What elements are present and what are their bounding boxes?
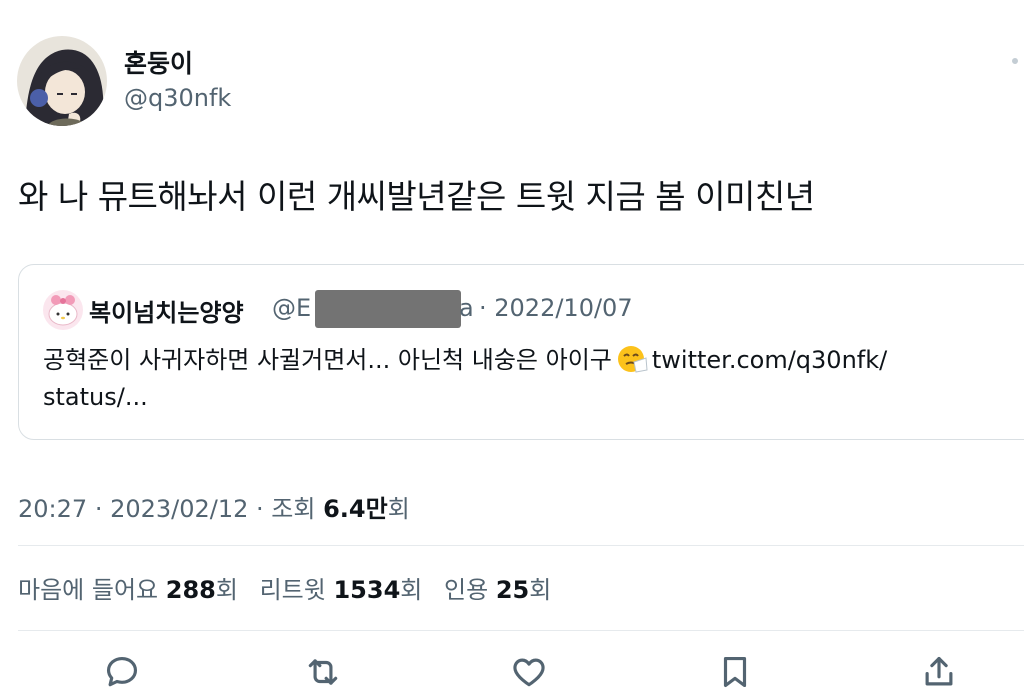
- tweet-date[interactable]: · 2023/02/12 ·: [95, 495, 264, 523]
- quoted-tweet-link[interactable]: twitter.com/q30nfk/: [652, 346, 887, 374]
- quoted-author-avatar[interactable]: [43, 290, 83, 330]
- quotes-suffix: 회: [529, 576, 552, 604]
- likes-count: 288: [165, 576, 216, 604]
- quoted-tweet-text-line1: 공혁준이 사귀자하면 사귈거면서... 아닌척 내숭은 아이구 twitter.…: [43, 340, 887, 375]
- author-avatar[interactable]: [17, 36, 107, 126]
- retweet-icon[interactable]: [304, 653, 342, 691]
- reply-icon[interactable]: [103, 653, 141, 691]
- views-suffix: 회: [387, 495, 410, 523]
- author-handle[interactable]: @q30nfk: [124, 84, 231, 112]
- redaction-block: [315, 290, 461, 328]
- retweets-stat[interactable]: 리트윗 1534회: [260, 576, 423, 604]
- engagement-stats: 마음에 들어요 288회 리트윗 1534회 인용 25회: [18, 570, 565, 605]
- divider-bottom: [18, 630, 1024, 631]
- tweet-text: 와 나 뮤트해놔서 이런 개씨발년같은 트윗 지금 봄 이미친년: [18, 177, 815, 216]
- author-display-name[interactable]: 혼둥이: [124, 44, 193, 80]
- quotes-count: 25: [495, 576, 530, 604]
- retweets-suffix: 회: [400, 576, 423, 604]
- likes-stat[interactable]: 마음에 들어요 288회: [18, 576, 238, 604]
- views-count: 6.4만: [323, 495, 388, 523]
- quoted-author-handle-start[interactable]: @E: [272, 294, 311, 322]
- quoted-author-name[interactable]: 복이넘치는양양: [89, 293, 244, 328]
- likes-suffix: 회: [215, 576, 238, 604]
- quotes-stat[interactable]: 인용 25회: [444, 576, 551, 604]
- sneezing-face-icon: [616, 344, 648, 374]
- tweet-time[interactable]: 20:27: [18, 495, 87, 523]
- divider-top: [18, 545, 1024, 546]
- quoted-tweet-text: 공혁준이 사귀자하면 사귈거면서... 아닌척 내숭은 아이구: [43, 346, 612, 374]
- tweet-meta: 20:27 · 2023/02/12 · 조회 6.4만회: [18, 489, 410, 524]
- quoted-tweet-link-continued[interactable]: status/...: [43, 383, 148, 411]
- tweet-page: 혼둥이 @q30nfk 와 나 뮤트해놔서 이런 개씨발년같은 트윗 지금 봄 …: [0, 0, 1024, 698]
- views-label: 조회: [271, 495, 316, 523]
- quoted-author-handle-end[interactable]: a: [459, 294, 474, 322]
- retweets-label: 리트윗: [259, 576, 326, 604]
- share-icon[interactable]: [920, 653, 958, 691]
- quotes-label: 인용: [444, 576, 489, 604]
- bookmark-icon[interactable]: [716, 653, 754, 691]
- quoted-tweet-date[interactable]: · 2022/10/07: [479, 294, 633, 322]
- retweets-count: 1534: [333, 576, 401, 604]
- likes-label: 마음에 들어요: [18, 576, 159, 604]
- more-options-icon[interactable]: [1012, 58, 1018, 64]
- heart-icon[interactable]: [510, 653, 548, 691]
- quoted-tweet-card[interactable]: 복이넘치는양양 @E a · 2022/10/07 공혁준이 사귀자하면 사귈거…: [18, 264, 1024, 440]
